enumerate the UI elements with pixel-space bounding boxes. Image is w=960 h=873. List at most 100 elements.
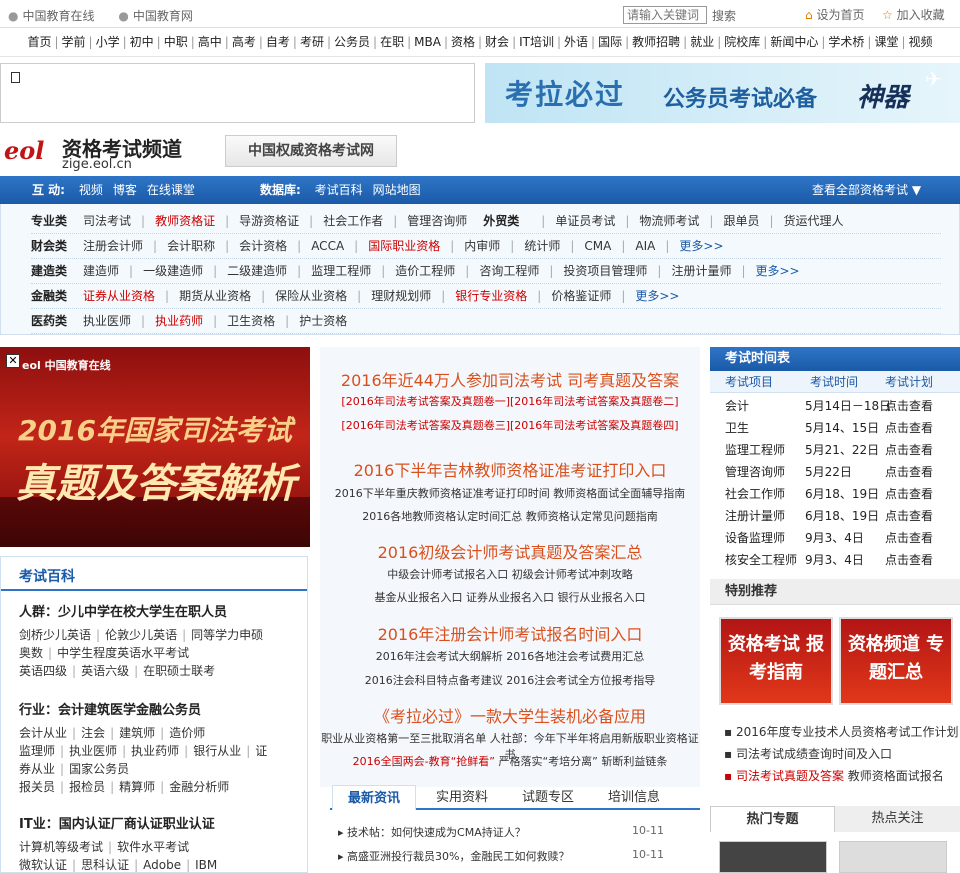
wiki-link[interactable]: 银行从业 xyxy=(193,744,241,758)
wiki-link[interactable]: 建筑师 xyxy=(119,726,155,740)
eol-logo[interactable]: eol xyxy=(4,136,44,165)
headline-3-links-b[interactable]: 基金从业报名入口 证券从业报名入口 银行从业报名入口 xyxy=(320,589,700,605)
tab-hot-focus[interactable]: 热点关注 xyxy=(835,806,960,832)
wiki-link[interactable]: 券从业 xyxy=(19,762,55,776)
close-icon[interactable]: ✕ xyxy=(6,354,20,368)
wiki-link[interactable]: 监理师 xyxy=(19,744,55,758)
ad-placeholder[interactable] xyxy=(0,63,475,123)
nav-item[interactable]: 院校库 xyxy=(724,35,760,49)
headline-1[interactable]: 2016年近44万人参加司法考试 司考真题及答案 xyxy=(320,367,700,391)
wiki-link[interactable]: 造价师 xyxy=(169,726,205,740)
nav-item[interactable]: 视频 xyxy=(909,35,933,49)
news-title[interactable]: ▸ 高盛亚洲投行裁员30%，金融民工如何救赎？ xyxy=(338,850,569,863)
nav-item[interactable]: 高考 xyxy=(232,35,256,49)
category-link[interactable]: 单证员考试 xyxy=(555,214,615,228)
category-link[interactable]: 会计职称 xyxy=(167,239,215,253)
wiki-link[interactable]: 执业医师 xyxy=(69,744,117,758)
hot-topic-image-2[interactable] xyxy=(839,841,947,873)
category-link[interactable]: 银行专业资格 xyxy=(455,289,527,303)
wiki-link[interactable]: 奥数 xyxy=(19,646,43,660)
category-link[interactable]: 教师资格证 xyxy=(155,214,215,228)
headline-4[interactable]: 2016年注册会计师考试报名时间入口 xyxy=(320,621,700,645)
headline-1-links-b[interactable]: [2016年司法考试答案及真题卷三][2016年司法考试答案及真题卷四] xyxy=(320,417,700,433)
nav-item[interactable]: 就业 xyxy=(690,35,714,49)
nav-item[interactable]: 自考 xyxy=(266,35,290,49)
tab-2[interactable]: 实用资料 xyxy=(436,785,488,810)
category-link[interactable]: 护士资格 xyxy=(299,314,347,328)
wiki-link[interactable]: 金融分析师 xyxy=(169,780,229,794)
wiki-link[interactable]: 报检员 xyxy=(69,780,105,794)
news-item[interactable]: ▸ 高盛亚洲投行裁员30%，金融民工如何救赎？ 10-11 xyxy=(338,848,664,864)
special-link-3[interactable]: ▪ 司法考试真题及答案 教师资格面试报名 xyxy=(724,767,944,784)
category-link[interactable]: 咨询工程师 xyxy=(479,264,539,278)
wiki-link[interactable]: 微软认证 xyxy=(19,858,67,872)
nav-item[interactable]: 教师招聘 xyxy=(632,35,680,49)
nav-item[interactable]: 首页 xyxy=(27,35,51,49)
nav-item[interactable]: 课堂 xyxy=(874,35,898,49)
news-title[interactable]: ▸ 技术帖：如何快速成为CMA持证人？ xyxy=(338,826,526,839)
wiki-link[interactable]: 软件水平考试 xyxy=(117,840,189,854)
wiki-link[interactable]: 伦敦少儿英语 xyxy=(105,628,177,642)
nav-item[interactable]: 公务员 xyxy=(334,35,370,49)
nav-item[interactable]: 初中 xyxy=(130,35,154,49)
interact-link[interactable]: 在线课堂 xyxy=(147,183,195,197)
judicial-exam-ad[interactable]: ✕ eol 中国教育在线 2016年国家司法考试 真题及答案解析 xyxy=(0,347,310,547)
wiki-link[interactable]: 精算师 xyxy=(119,780,155,794)
tab-1[interactable]: 最新资讯 xyxy=(332,785,416,810)
category-link[interactable]: 证券从业资格 xyxy=(83,289,155,303)
nav-item[interactable]: 小学 xyxy=(96,35,120,49)
category-link[interactable]: 国际职业资格 xyxy=(368,239,440,253)
schedule-view-link[interactable]: 点击查看 xyxy=(885,507,933,524)
category-link[interactable]: 司法考试 xyxy=(83,214,131,228)
wiki-link[interactable]: 计算机等级考试 xyxy=(19,840,103,854)
category-link[interactable]: 社会工作者 xyxy=(323,214,383,228)
category-link[interactable]: 更多>> xyxy=(756,264,800,278)
headline-2[interactable]: 2016下半年吉林教师资格证准考证打印入口 xyxy=(320,457,700,481)
category-link[interactable]: 注册计量师 xyxy=(671,264,731,278)
category-link[interactable]: ACCA xyxy=(311,239,344,253)
category-link[interactable]: 理财规划师 xyxy=(371,289,431,303)
wiki-link[interactable]: 报关员 xyxy=(19,780,55,794)
nav-item[interactable]: 学术桥 xyxy=(828,35,864,49)
category-link[interactable]: 内审师 xyxy=(464,239,500,253)
schedule-view-link[interactable]: 点击查看 xyxy=(885,441,933,458)
category-link[interactable]: 二级建造师 xyxy=(227,264,287,278)
category-link[interactable]: 建造师 xyxy=(83,264,119,278)
headline-3[interactable]: 2016初级会计师考试真题及答案汇总 xyxy=(320,539,700,563)
category-link[interactable]: 执业药师 xyxy=(155,314,203,328)
category-link[interactable]: 物流师考试 xyxy=(639,214,699,228)
wiki-link[interactable]: 同等学力申硕 xyxy=(191,628,263,642)
headline-2-links-a[interactable]: 2016下半年重庆教师资格证准考证打印时间 教师资格面试全面辅导指南 xyxy=(320,485,700,501)
category-link[interactable]: 投资项目管理师 xyxy=(563,264,647,278)
category-link[interactable]: 监理工程师 xyxy=(311,264,371,278)
nav-item[interactable]: 外语 xyxy=(564,35,588,49)
category-link[interactable]: 跟单员 xyxy=(723,214,759,228)
category-link[interactable]: 卫生资格 xyxy=(227,314,275,328)
wiki-link[interactable]: 思科认证 xyxy=(81,858,129,872)
category-link[interactable]: 会计资格 xyxy=(239,239,287,253)
tab-3[interactable]: 试题专区 xyxy=(522,785,574,810)
headline-4-links-b[interactable]: 2016注会科目特点备考建议 2016注会考试全方位报考指导 xyxy=(320,672,700,688)
headline-5-links-b[interactable]: 2016全国两会-教育“抢鲜看” 严格落实“考培分离” 斩断利益链条 xyxy=(320,753,700,769)
category-link[interactable]: 一级建造师 xyxy=(143,264,203,278)
wiki-link[interactable]: 证 xyxy=(255,744,267,758)
wiki-link[interactable]: 剑桥少儿英语 xyxy=(19,628,91,642)
add-favorite-link[interactable]: ☆ 加入收藏 xyxy=(882,6,945,23)
nav-item[interactable]: 新闻中心 xyxy=(770,35,818,49)
category-link[interactable]: 更多>> xyxy=(679,239,723,253)
db-link[interactable]: 网站地图 xyxy=(373,183,421,197)
all-exams-dropdown[interactable]: 查看全部资格考试 ▼ xyxy=(812,176,921,204)
nav-item[interactable]: 学前 xyxy=(62,35,86,49)
schedule-view-link[interactable]: 点击查看 xyxy=(885,485,933,502)
schedule-view-link[interactable]: 点击查看 xyxy=(885,529,933,546)
set-home-link[interactable]: ⌂ 设为首页 xyxy=(805,6,864,23)
schedule-view-link[interactable]: 点击查看 xyxy=(885,397,933,414)
category-link[interactable]: 导游资格证 xyxy=(239,214,299,228)
nav-item[interactable]: 财会 xyxy=(485,35,509,49)
nav-item[interactable]: MBA xyxy=(414,35,441,49)
category-link[interactable]: 价格鉴证师 xyxy=(551,289,611,303)
wiki-link[interactable]: 英语四级 xyxy=(19,664,67,678)
site-link-2[interactable]: ● 中国教育网 xyxy=(118,9,203,23)
category-link[interactable]: 管理咨询师 xyxy=(407,214,467,228)
category-link[interactable]: 货运代理人 xyxy=(784,214,844,228)
